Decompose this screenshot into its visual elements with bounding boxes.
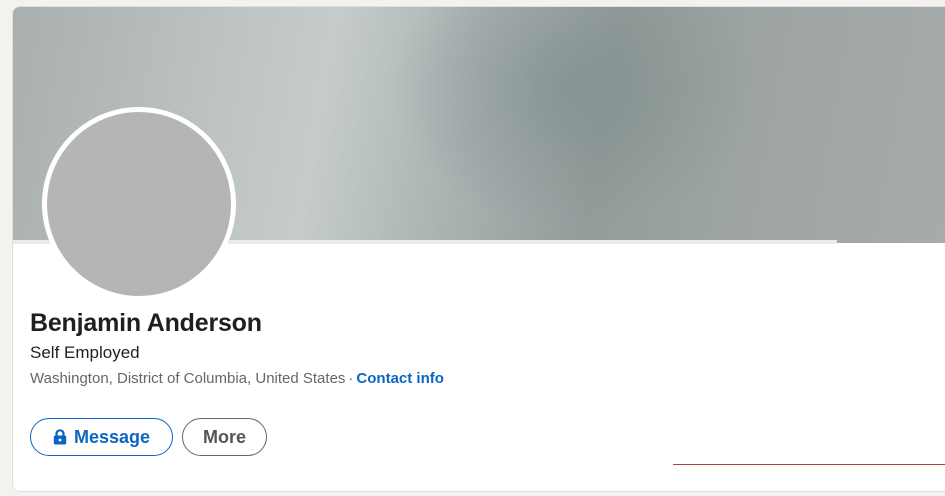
more-button-label: More xyxy=(202,426,246,447)
profile-location: Washington, District of Columbia, United… xyxy=(30,370,346,387)
avatar[interactable] xyxy=(47,112,231,296)
lock-icon xyxy=(53,429,67,445)
location-row: Washington, District of Columbia, United… xyxy=(30,370,444,387)
message-button[interactable]: Message xyxy=(30,418,173,456)
location-separator: · xyxy=(348,370,354,387)
more-button[interactable]: More xyxy=(182,418,267,456)
contact-info-link[interactable]: Contact info xyxy=(356,370,444,387)
profile-name: Benjamin Anderson xyxy=(30,309,262,337)
profile-headline: Self Employed xyxy=(30,343,140,362)
message-button-label: Message xyxy=(73,426,151,447)
annotation-underline xyxy=(673,464,945,465)
